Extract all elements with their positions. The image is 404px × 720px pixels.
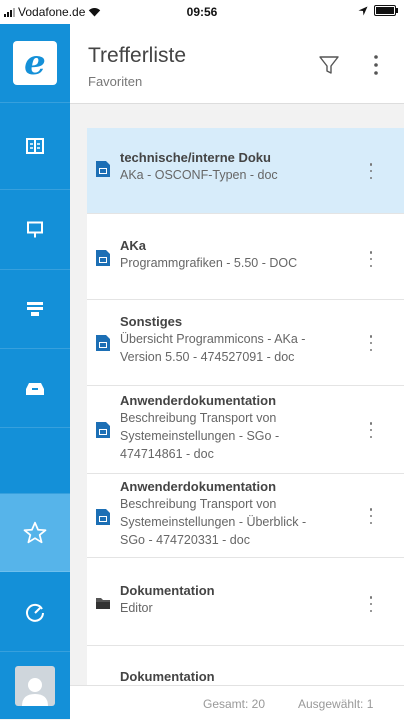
document-icon <box>96 161 110 177</box>
document-icon <box>96 422 110 438</box>
sidebar-item-list[interactable] <box>0 270 70 349</box>
list-item[interactable]: Dokumentation <box>87 646 404 685</box>
page-title: Trefferliste <box>88 44 187 67</box>
item-title: Sonstiges <box>120 314 183 329</box>
list-footer: Gesamt: 20 Ausgewählt: 1 <box>70 685 404 720</box>
item-title: Dokumentation <box>120 669 215 684</box>
kebab-icon <box>374 55 378 75</box>
user-icon <box>22 677 48 706</box>
item-detail: SGo - 474720331 - doc <box>120 533 250 547</box>
filter-button[interactable] <box>313 49 345 81</box>
tray-icon <box>26 383 44 395</box>
logo-icon: e <box>13 41 57 85</box>
page-subtitle: Favoriten <box>88 74 143 89</box>
item-menu-button[interactable] <box>366 508 376 524</box>
item-detail: Beschreibung Transport von <box>120 411 277 425</box>
location-icon <box>358 6 368 15</box>
sidebar-item-empty[interactable] <box>0 428 70 494</box>
sidebar-item-profile[interactable] <box>0 652 70 719</box>
item-detail: Übersicht Programmicons - AKa - <box>120 332 306 346</box>
gauge-icon <box>26 603 44 622</box>
avatar <box>15 665 55 706</box>
app-logo[interactable]: e <box>0 24 70 103</box>
item-title: Anwenderdokumentation <box>120 393 277 408</box>
item-menu-button[interactable] <box>366 422 376 438</box>
list-item[interactable]: Sonstiges Übersicht Programmicons - AKa … <box>87 300 404 386</box>
item-detail: Systemeinstellungen - Überblick - <box>120 515 307 529</box>
star-icon <box>23 521 47 543</box>
list-item[interactable]: Dokumentation Editor <box>87 558 404 646</box>
sidebar-item-presentation[interactable] <box>0 190 70 270</box>
selected-count: Ausgewählt: 1 <box>298 697 374 711</box>
document-icon <box>96 250 110 266</box>
item-title: Anwenderdokumentation <box>120 479 277 494</box>
item-title: AKa <box>120 238 147 253</box>
sidebar-item-inbox[interactable] <box>0 349 70 428</box>
filter-icon <box>319 56 339 74</box>
folder-icon <box>96 598 110 609</box>
item-detail: Version 5.50 - 474527091 - doc <box>120 350 295 364</box>
document-icon <box>96 509 110 525</box>
list-item[interactable]: AKa Programmgrafiken - 5.50 - DOC <box>87 214 404 300</box>
sidebar-item-favorites[interactable] <box>0 494 70 572</box>
sidebar-item-catalog[interactable] <box>0 103 70 190</box>
book-icon <box>26 138 44 154</box>
item-menu-button[interactable] <box>366 596 376 612</box>
item-detail: 474714861 - doc <box>120 447 214 461</box>
list-item[interactable]: Anwenderdokumentation Beschreibung Trans… <box>87 474 404 558</box>
item-detail: Editor <box>120 601 153 615</box>
item-detail: AKa - OSCONF-Typen - doc <box>120 168 278 182</box>
more-options-button[interactable] <box>362 49 390 81</box>
clock: 09:56 <box>186 5 218 19</box>
total-count: Gesamt: 20 <box>203 697 266 711</box>
list-item[interactable]: technische/interne Doku AKa - OSCONF-Typ… <box>87 128 404 214</box>
item-title: technische/interne Doku <box>120 150 271 165</box>
status-bar: Vodafone.de 09:56 <box>0 0 404 24</box>
monitor-icon <box>27 221 43 237</box>
item-menu-button[interactable] <box>366 163 376 179</box>
sidebar: e <box>0 24 70 719</box>
result-list: technische/interne Doku AKa - OSCONF-Typ… <box>87 128 404 685</box>
item-detail: Beschreibung Transport von <box>120 497 277 511</box>
battery-icon <box>374 5 398 16</box>
sidebar-item-speed[interactable] <box>0 572 70 652</box>
item-detail: Systemeinstellungen - SGo - <box>120 429 280 443</box>
item-menu-button[interactable] <box>366 335 376 351</box>
item-detail: Programmgrafiken - 5.50 - DOC <box>120 256 298 270</box>
item-title: Dokumentation <box>120 583 215 598</box>
list-item[interactable]: Anwenderdokumentation Beschreibung Trans… <box>87 386 404 474</box>
app-header: Trefferliste Favoriten <box>70 24 404 104</box>
stack-icon <box>27 302 43 316</box>
document-icon <box>96 335 110 351</box>
item-menu-button[interactable] <box>366 251 376 267</box>
